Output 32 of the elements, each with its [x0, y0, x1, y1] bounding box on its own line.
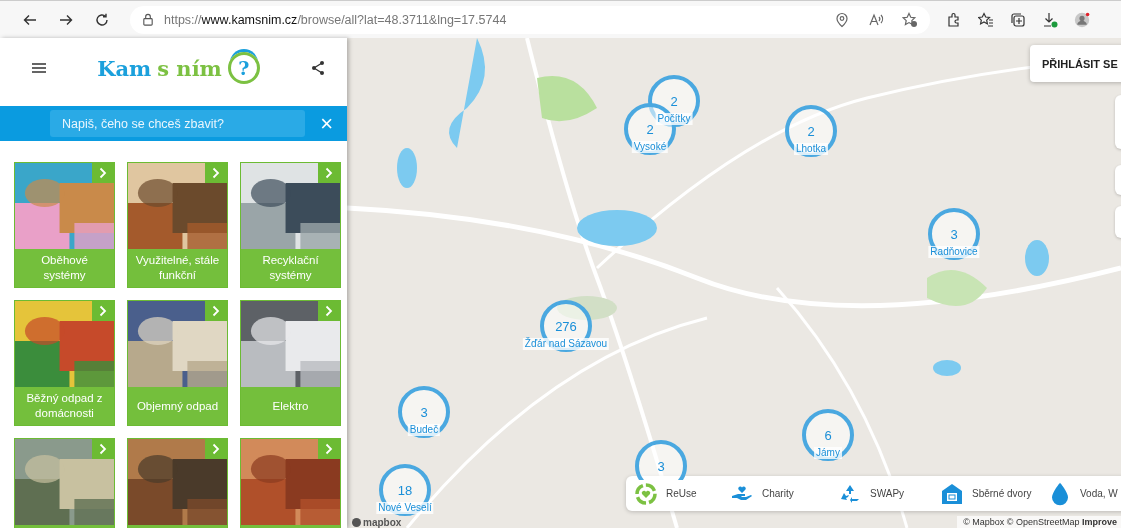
category-tile[interactable]: Běžný odpad z domácnosti — [14, 300, 115, 426]
place-label: Nové Veselí — [376, 502, 434, 514]
attribution-text: © Mapbox © OpenStreetMap Improve — [957, 516, 1121, 528]
category-tile[interactable]: Elektro — [240, 300, 341, 426]
place-label: Žďár nad Sázavou — [522, 338, 610, 350]
logo[interactable]: Kam s ním ? — [97, 52, 260, 84]
category-tile[interactable]: Oběhové systémy — [14, 162, 115, 288]
tile-label: Objemný odpad — [135, 398, 220, 414]
place-label: Jámy — [814, 447, 842, 459]
category-tile[interactable]: Objemný odpad — [127, 300, 228, 426]
place-label: Budeč — [407, 424, 441, 436]
search-field[interactable]: Napiš, čeho se chceš zbavit? — [50, 110, 305, 137]
category-tile[interactable]: Recyklační systémy — [240, 162, 341, 288]
place-label: Počítky — [655, 113, 693, 125]
legend-item[interactable]: Sběrné dvory — [940, 481, 1048, 506]
legend-item[interactable]: Voda, W — [1048, 481, 1118, 506]
clear-button[interactable]: × — [316, 112, 337, 135]
tile-label: Využitelné, stále funkční — [134, 253, 221, 283]
place-label: Vysoké — [631, 141, 669, 153]
tile-label: Běžný odpad z domácnosti — [25, 391, 104, 421]
tile-label: Oběhové systémy — [40, 253, 89, 283]
legend-item[interactable]: Charity — [730, 481, 838, 506]
category-tile[interactable]: Využitelné, stále funkční — [127, 162, 228, 288]
legend-item[interactable]: SWAPy — [838, 481, 940, 506]
tile-label: Recyklační systémy — [261, 253, 320, 283]
place-label: Radňovice — [928, 246, 980, 258]
legend-item[interactable]: ReUse — [634, 481, 730, 506]
login-button[interactable]: PŘIHLÁSIT SE — [1030, 45, 1121, 82]
place-label: Lhotka — [794, 143, 828, 155]
address-bar[interactable]: https://www.kamsnim.cz/browse/all?lat=48.3711&lng=17.5744 — [130, 5, 930, 34]
tile-label: Elektro — [271, 398, 310, 414]
mapbox-logo: mapbox — [352, 517, 402, 528]
